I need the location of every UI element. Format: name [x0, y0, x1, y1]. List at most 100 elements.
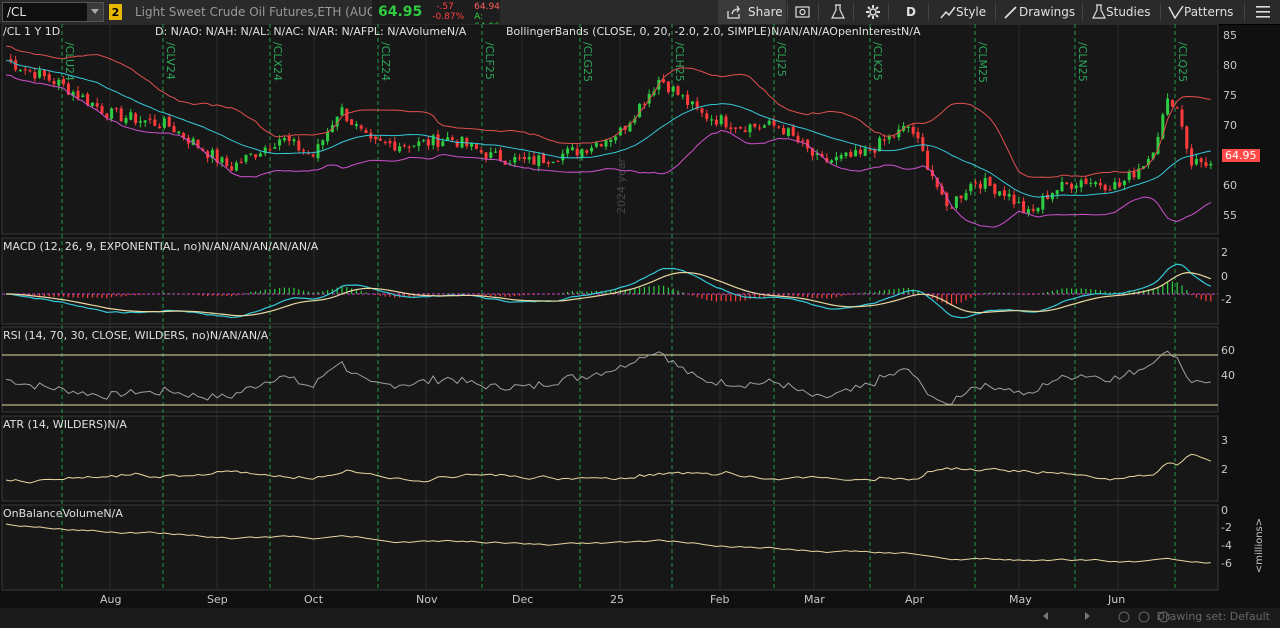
lab-button[interactable]: [829, 0, 847, 24]
toolbar-divider: [787, 3, 788, 21]
symbol-dropdown-icon[interactable]: [87, 3, 103, 21]
expiry-label: /CLX24: [271, 42, 284, 81]
candle-body: [686, 94, 690, 105]
candle-body: [690, 101, 694, 105]
candle-body: [839, 155, 843, 159]
toolbar-divider: [853, 3, 854, 21]
candle-body: [158, 126, 162, 129]
obv-panel: [1, 504, 1219, 591]
studies-button[interactable]: Studies: [1092, 0, 1151, 24]
candle-body: [234, 162, 238, 171]
candle-body: [758, 127, 762, 129]
toolbar-divider: [888, 3, 889, 21]
candle-body: [518, 157, 522, 159]
flask-icon: [831, 4, 845, 19]
candle-body: [906, 126, 910, 128]
x-axis-month-label: 25: [610, 593, 624, 606]
candle-body: [1002, 190, 1006, 196]
patterns-button[interactable]: Patterns: [1168, 0, 1233, 24]
expiry-label: /CLV24: [164, 42, 177, 80]
settings-button[interactable]: [864, 0, 882, 24]
candle-body: [383, 142, 387, 144]
style-button[interactable]: Style: [940, 0, 986, 24]
expiry-label: /CLK25: [871, 42, 884, 81]
candle-body: [254, 154, 258, 158]
candle-body: [1017, 202, 1021, 204]
rsi-label: RSI (14, 70, 30, CLOSE, WILDERS, no)N/AN…: [3, 329, 269, 342]
candle-body: [100, 106, 104, 114]
candle-body: [249, 153, 253, 155]
candle-body: [1031, 208, 1035, 211]
candle-body: [911, 127, 915, 134]
candle-body: [858, 149, 862, 154]
candle-body: [23, 69, 27, 71]
candle-body: [426, 139, 430, 146]
candle-body: [124, 117, 128, 124]
candle-body: [479, 150, 483, 153]
candle-body: [407, 146, 411, 148]
symbol-selector[interactable]: /CL: [2, 2, 104, 22]
candle-body: [172, 125, 176, 133]
candle-body: [220, 157, 224, 163]
obv-unit-label: <millions>: [1254, 517, 1266, 574]
link-group-badge[interactable]: 2: [109, 4, 122, 20]
candle-body: [258, 153, 262, 157]
candle-body: [681, 95, 685, 97]
candle-body: [1204, 162, 1208, 167]
candle-body: [614, 136, 618, 141]
candle-body: [287, 136, 291, 141]
period-button[interactable]: D: [906, 0, 916, 24]
obv-axis-label: -6: [1221, 557, 1232, 570]
snapshot-button[interactable]: [794, 0, 812, 24]
expiry-label: /CLQ25: [1176, 42, 1189, 82]
candle-body: [834, 156, 838, 161]
candle-body: [1065, 182, 1069, 185]
candle-body: [1127, 171, 1131, 180]
candle-body: [364, 130, 368, 134]
candle-body: [830, 160, 834, 163]
candle-body: [484, 152, 488, 160]
candle-body: [974, 182, 978, 184]
menu-button[interactable]: [1256, 0, 1270, 24]
candle-body: [441, 141, 445, 147]
candle-body: [1084, 178, 1088, 185]
candle-body: [230, 166, 234, 171]
drawings-button[interactable]: Drawings: [1003, 0, 1075, 24]
candle-body: [954, 196, 958, 208]
atr-label: ATR (14, WILDERS)N/A: [3, 418, 127, 431]
candle-body: [738, 127, 742, 129]
style-icon: [940, 6, 956, 19]
candle-body: [302, 149, 306, 152]
x-axis-month-label: Oct: [304, 593, 324, 606]
candle-body: [700, 108, 704, 113]
candle-body: [1166, 98, 1170, 115]
candle-body: [719, 115, 723, 125]
candle-body: [710, 119, 714, 121]
chart-area[interactable]: /CLU24/CLV24/CLX24/CLZ24/CLF25/CLG25/CLH…: [0, 24, 1280, 608]
candle-body: [1046, 194, 1050, 200]
candle-body: [1041, 196, 1045, 210]
candle-body: [1079, 180, 1083, 188]
candle-body: [90, 102, 94, 106]
candle-body: [273, 147, 277, 149]
candle-body: [599, 144, 603, 147]
candle-body: [1122, 180, 1126, 186]
obv-axis-label: -4: [1221, 539, 1232, 552]
candle-body: [38, 70, 42, 78]
candle-body: [14, 60, 18, 70]
candle-body: [609, 139, 613, 142]
candle-body: [849, 152, 853, 157]
candle-body: [436, 134, 440, 147]
candle-body: [1175, 107, 1179, 109]
pencil-icon: [1004, 6, 1017, 19]
candle-body: [446, 137, 450, 141]
candle-body: [753, 123, 757, 127]
gear-icon: [866, 5, 880, 19]
candle-body: [537, 155, 541, 167]
candle-body: [705, 113, 709, 120]
share-button[interactable]: Share: [718, 0, 786, 24]
price-axis-label: 60: [1223, 179, 1237, 192]
rsi-axis-label: 60: [1221, 344, 1235, 357]
candle-body: [791, 126, 795, 136]
candle-body: [1132, 171, 1136, 178]
